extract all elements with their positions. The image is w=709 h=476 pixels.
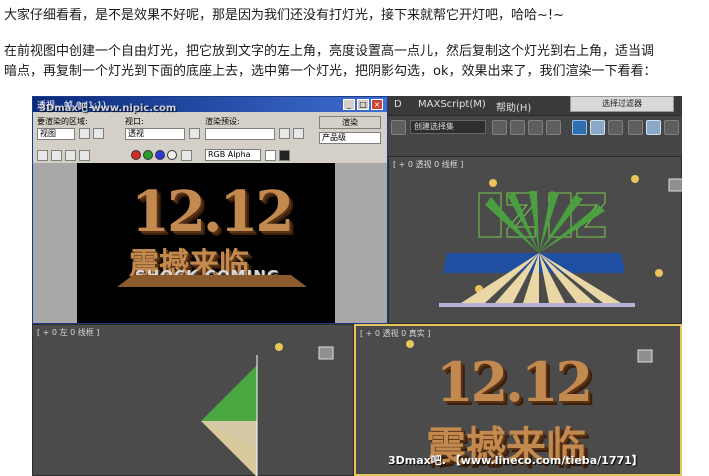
alpha-channel-toggle[interactable] bbox=[167, 150, 177, 160]
viewport-perspective-wireframe[interactable]: [ + 0 透视 0 线框 ] bbox=[388, 156, 682, 324]
environment-icon[interactable] bbox=[293, 128, 304, 139]
render-area-dropdown[interactable]: 视图 bbox=[37, 128, 75, 140]
color-swatch-icon[interactable] bbox=[265, 150, 276, 161]
minimize-button[interactable]: _ bbox=[343, 99, 355, 110]
channel-dropdown[interactable]: RGB Alpha bbox=[205, 149, 261, 161]
camera-icon bbox=[637, 349, 653, 363]
render-frame-window: 透视，帧 0 (1:1) _ □ × 要渲染的区域: 视图 视口: 透视 渲染预… bbox=[32, 96, 388, 324]
copy-image-icon[interactable] bbox=[51, 150, 62, 161]
lock-icon[interactable] bbox=[189, 128, 200, 139]
snap-icon[interactable] bbox=[391, 120, 406, 135]
menu-item-help[interactable]: 帮助(H) bbox=[496, 99, 531, 114]
viewport-label: 视口: bbox=[125, 117, 144, 126]
clear-icon[interactable] bbox=[79, 150, 90, 161]
max-screenshot: D MAXScript(M) 帮助(H) 选择过滤器 创建选择集 [ + 0 透… bbox=[32, 96, 682, 476]
light-icon bbox=[631, 175, 639, 183]
selection-set-dropdown[interactable]: 创建选择集 bbox=[410, 120, 486, 134]
max-menu-bar: D MAXScript(M) 帮助(H) 选择过滤器 bbox=[388, 96, 682, 116]
clone-window-icon[interactable] bbox=[65, 150, 76, 161]
material-editor-icon[interactable] bbox=[590, 120, 605, 135]
curve-editor-icon[interactable] bbox=[546, 120, 561, 135]
close-button[interactable]: × bbox=[371, 99, 383, 110]
canvas-margin-left bbox=[33, 163, 77, 323]
align-icon[interactable] bbox=[510, 120, 525, 135]
canvas-margin-right bbox=[335, 163, 387, 323]
max-main-toolbar: 创建选择集 bbox=[388, 116, 682, 156]
article-line-1: 大家仔细看看，是不是效果不好呢，那是因为我们还没有打灯光，接下来就帮它开灯吧，哈… bbox=[4, 8, 564, 23]
menu-item-maxscript[interactable]: MAXScript(M) bbox=[418, 99, 486, 110]
render-frame-icon[interactable] bbox=[628, 120, 643, 135]
render-preset-label: 渲染预设: bbox=[205, 117, 240, 126]
monochrome-icon[interactable] bbox=[181, 150, 192, 161]
auto-region-icon[interactable] bbox=[93, 128, 104, 139]
red-channel-toggle[interactable] bbox=[131, 150, 141, 160]
render-setup-icon[interactable] bbox=[608, 120, 623, 135]
green-channel-toggle[interactable] bbox=[143, 150, 153, 160]
selection-filter-button[interactable]: 选择过滤器 bbox=[570, 96, 674, 112]
product-level-dropdown[interactable]: 产品级 bbox=[319, 132, 381, 144]
render-canvas: 12.12 震撼来临 SHOCK COMING bbox=[77, 163, 335, 323]
wireframe-scene bbox=[439, 175, 682, 307]
left-view-scene bbox=[201, 343, 334, 476]
teapot-icon[interactable] bbox=[664, 120, 679, 135]
render-base bbox=[117, 275, 307, 287]
render-setup-icon[interactable] bbox=[279, 128, 290, 139]
mirror-icon[interactable] bbox=[492, 120, 507, 135]
camera-icon bbox=[318, 346, 334, 360]
render-button[interactable]: 渲染 bbox=[319, 116, 381, 129]
light-cone bbox=[201, 365, 257, 421]
title-watermark: 3Dmax吧 www.nipic.com bbox=[39, 103, 177, 114]
layer-icon[interactable] bbox=[528, 120, 543, 135]
display-toggle-icon[interactable] bbox=[279, 150, 290, 161]
ground-plane bbox=[439, 303, 635, 307]
render-number-text: 12.12 bbox=[436, 350, 593, 414]
render-preset-dropdown[interactable] bbox=[205, 128, 275, 140]
article-line-3: 暗点，再复制一个灯光到下面的底座上去，选中第一个灯光，把阴影勾选，ok，效果出来… bbox=[4, 64, 657, 79]
light-cone bbox=[485, 191, 605, 253]
light-icon bbox=[489, 179, 497, 187]
viewport-dropdown[interactable]: 透视 bbox=[125, 128, 185, 140]
maximize-button[interactable]: □ bbox=[357, 99, 369, 110]
menu-item[interactable]: D bbox=[394, 99, 402, 110]
edit-region-icon[interactable] bbox=[79, 128, 90, 139]
viewport-left-wireframe[interactable]: [ + 0 左 0 线框 ] bbox=[32, 324, 354, 476]
camera-icon bbox=[668, 178, 682, 192]
article-line-2: 在前视图中创建一个自由灯光，把它放到文字的左上角，亮度设置高一点儿，然后复制这个… bbox=[4, 44, 655, 59]
save-image-icon[interactable] bbox=[37, 150, 48, 161]
schematic-view-icon[interactable] bbox=[572, 120, 587, 135]
render-area-label: 要渲染的区域: bbox=[37, 117, 88, 126]
quick-render-icon[interactable] bbox=[646, 120, 661, 135]
light-icon bbox=[275, 343, 283, 351]
light-icon bbox=[406, 340, 414, 348]
bottom-watermark: 3Dmax吧. 【www.lineco.com/tieba/1771】 bbox=[388, 454, 643, 467]
light-icon bbox=[655, 269, 663, 277]
light-rays bbox=[201, 421, 257, 476]
blue-channel-toggle[interactable] bbox=[155, 150, 165, 160]
